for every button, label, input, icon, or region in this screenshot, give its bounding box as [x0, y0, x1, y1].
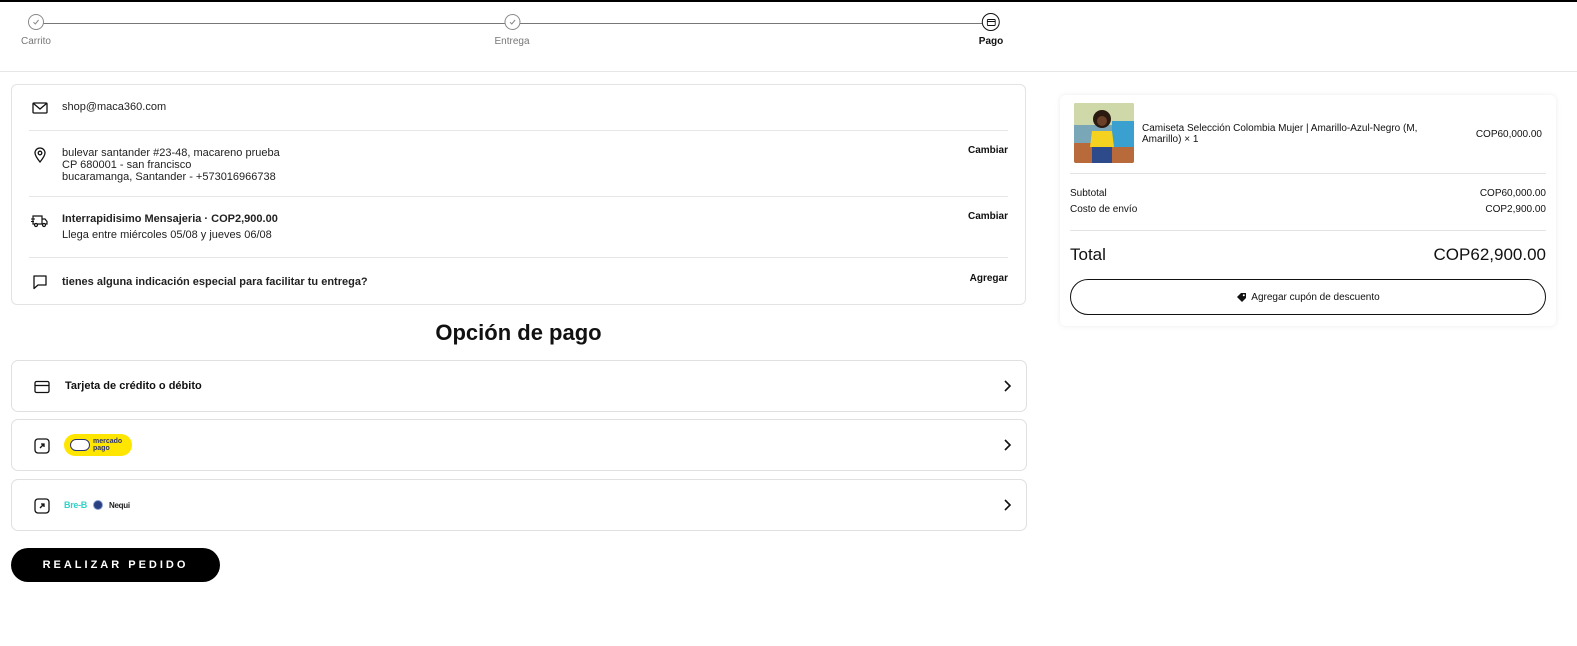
step-label: Carrito: [20, 36, 52, 47]
step-label: Pago: [978, 36, 1004, 47]
address-row: bulevar santander #23-48, macareno prueb…: [29, 131, 1008, 197]
mercadopago-logo: mercado pago: [64, 434, 132, 456]
breb-logo: Bre-B: [64, 500, 88, 510]
email-text: shop@maca360.com: [62, 101, 167, 113]
product-name: Camiseta Selección Colombia Mujer | Amar…: [1142, 123, 1418, 145]
mail-icon: [32, 102, 48, 114]
shipping-cost-label: Costo de envío: [1070, 204, 1138, 215]
external-link-icon: [34, 438, 50, 454]
chat-bubble-icon: [33, 275, 47, 290]
notes-row: tienes alguna indicación especial para f…: [29, 258, 1008, 304]
change-address-link[interactable]: Cambiar: [968, 145, 1008, 156]
step-delivery[interactable]: Entrega: [494, 14, 530, 47]
shipping-cost-value: COP2,900.00: [1485, 204, 1546, 215]
total-label: Total: [1070, 245, 1106, 264]
add-coupon-label: Agregar cupón de descuento: [1251, 291, 1380, 303]
total-value: COP62,900.00: [1433, 245, 1546, 264]
nequi-logo: Nequi: [109, 500, 130, 510]
product-price: COP60,000.00: [1475, 129, 1542, 140]
checkout-info-card: shop@maca360.com bulevar santander #23-4…: [11, 84, 1026, 305]
credit-card-icon: [34, 380, 50, 394]
handshake-icon: [70, 439, 90, 451]
payment-option-label: Tarjeta de crédito o débito: [65, 380, 202, 392]
place-order-button[interactable]: REALIZAR PEDIDO: [11, 548, 220, 582]
chevron-right-icon: [1004, 380, 1012, 392]
email-row: shop@maca360.com: [29, 85, 1008, 131]
add-notes-link[interactable]: Agregar: [970, 273, 1008, 284]
breb-nequi-logos: Bre-B Nequi: [64, 500, 130, 510]
address-line3: bucaramanga, Santander - +573016966738: [62, 171, 276, 183]
subtotal-row: Subtotal COP60,000.00: [1070, 188, 1546, 199]
total-row: Total COP62,900.00: [1070, 245, 1546, 265]
tag-icon: [1237, 292, 1247, 302]
shipping-cost-row: Costo de envío COP2,900.00: [1070, 204, 1546, 215]
bank-circle-logo-icon: [93, 500, 104, 510]
shipping-method: Interrapidisimo Mensajeria · COP2,900.00: [62, 213, 278, 225]
payment-option-breb-nequi[interactable]: Bre-B Nequi: [11, 479, 1027, 531]
step-cart[interactable]: Carrito: [21, 14, 51, 47]
truck-icon: [31, 215, 48, 228]
subtotal-label: Subtotal: [1070, 188, 1107, 199]
address-line1: bulevar santander #23-48, macareno prueb…: [62, 147, 280, 159]
mercadopago-logo-text-1: mercado: [93, 438, 123, 445]
shipping-row: Interrapidisimo Mensajeria · COP2,900.00…: [29, 197, 1008, 258]
subtotal-value: COP60,000.00: [1479, 188, 1546, 199]
mercadopago-logo-text-2: pago: [93, 445, 110, 452]
external-link-icon: [34, 498, 50, 514]
payment-option-mercadopago[interactable]: mercado pago: [11, 419, 1027, 471]
check-icon: [504, 14, 520, 30]
notes-prompt: tienes alguna indicación especial para f…: [62, 276, 368, 288]
product-thumbnail[interactable]: [1074, 103, 1134, 163]
checkout-stepper: Carrito Entrega Pago: [0, 2, 1577, 72]
chevron-right-icon: [1004, 499, 1012, 511]
payment-section-title: Opción de pago: [435, 320, 602, 345]
chevron-right-icon: [1004, 439, 1012, 451]
divider: [1070, 173, 1546, 174]
order-summary: Camiseta Selección Colombia Mujer | Amar…: [1060, 95, 1556, 326]
payment-option-card[interactable]: Tarjeta de crédito o débito: [11, 360, 1027, 412]
shipping-eta: Llega entre miércoles 05/08 y jueves 06/…: [62, 229, 272, 241]
divider: [1070, 230, 1546, 231]
change-shipping-link[interactable]: Cambiar: [968, 211, 1008, 222]
add-coupon-button[interactable]: Agregar cupón de descuento: [1070, 279, 1546, 315]
step-label: Entrega: [494, 36, 530, 47]
step-payment: Pago: [978, 13, 1004, 47]
location-pin-icon: [34, 147, 46, 164]
address-line2: CP 680001 - san francisco: [62, 159, 192, 171]
card-icon: [981, 13, 1000, 31]
check-icon: [27, 14, 44, 30]
